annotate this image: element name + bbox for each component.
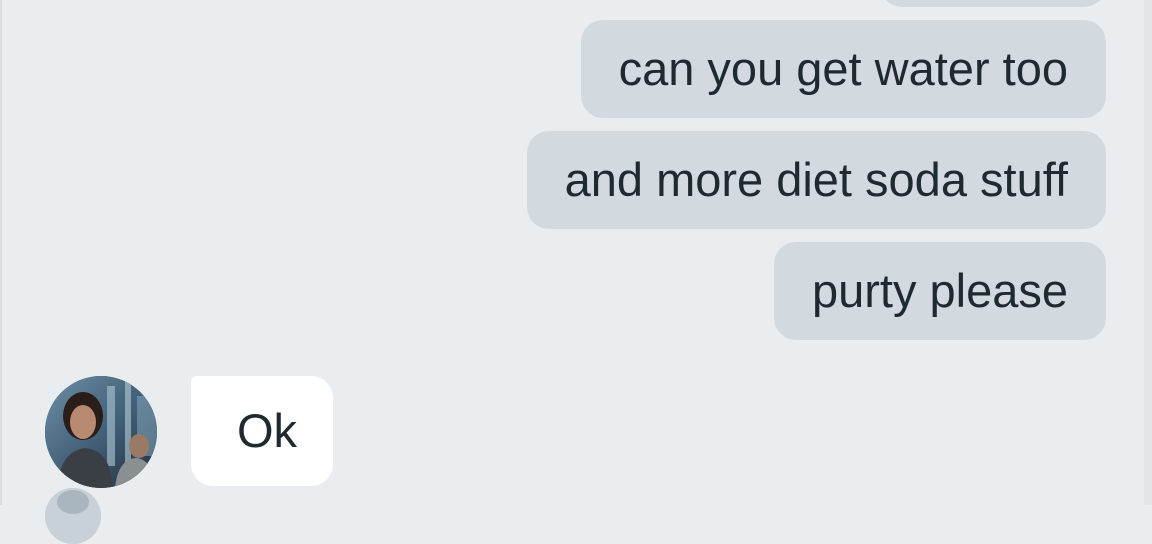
outgoing-message-bubble[interactable]: and more diet soda stuff <box>526 131 1106 229</box>
contact-avatar[interactable] <box>45 376 157 488</box>
previous-message-bubble[interactable] <box>880 0 1106 7</box>
message-text: and more diet soda stuff <box>564 153 1068 206</box>
message-text: can you get water too <box>618 42 1068 95</box>
next-contact-avatar[interactable] <box>45 488 101 544</box>
scroll-track[interactable] <box>1144 0 1152 505</box>
message-text: purty please <box>811 264 1068 317</box>
contact-photo-icon <box>45 488 101 544</box>
incoming-message-bubble[interactable]: Ok <box>191 376 333 486</box>
screen-edge-left <box>0 0 2 505</box>
message-text: Ok <box>236 404 298 457</box>
contact-photo-icon <box>45 376 157 488</box>
outgoing-message-bubble[interactable]: purty please <box>773 242 1106 340</box>
outgoing-message-bubble[interactable]: can you get water too <box>580 20 1106 118</box>
